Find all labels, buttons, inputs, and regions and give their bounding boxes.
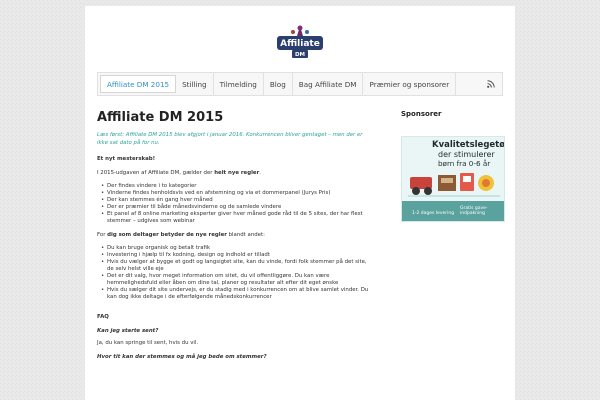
ad-headline: Kvalitetslegetøj <box>432 140 505 150</box>
list-item: Det er dit valg, hvor meget information … <box>101 273 375 287</box>
ad-badge-delivery: 1-2 dages levering <box>412 211 455 216</box>
list-item: Du kan bruge organisk og betalt trafik <box>101 245 375 252</box>
faq-question-2: Hvor tit kan der stemmes og må jeg bede … <box>97 354 267 360</box>
main-nav: Affiliate DM 2015 Stilling Tilmelding Bl… <box>97 72 503 96</box>
affiliate-dm-logo[interactable]: Affiliate DM <box>275 24 325 60</box>
ad-line-2: der stimulerer <box>438 150 495 159</box>
nav-item-stilling[interactable]: Stilling <box>176 73 214 95</box>
section-subtitle: Et nyt mesterskab! <box>97 156 156 162</box>
page-title: Affiliate DM 2015 <box>97 110 224 125</box>
lead-notice: Læs først: Affiliate DM 2015 blev afgjor… <box>97 132 363 146</box>
rules-list: Der findes vindere i to kategorier Vinde… <box>101 183 375 225</box>
toy-images <box>408 173 500 197</box>
nav-item-bag-affiliate-dm[interactable]: Bag Affiliate DM <box>293 73 364 95</box>
rules-post: blandt andet: <box>228 232 265 238</box>
rss-link[interactable] <box>480 73 502 95</box>
participant-paragraph: For dig som deltager betyder de nye regl… <box>97 231 375 239</box>
faq-question-1: Kan jeg starte sent? <box>97 328 159 334</box>
rules-bold: dig som deltager betyder de nye regler <box>107 232 227 238</box>
page-container: Affiliate DM Affiliate DM 2015 Stilling … <box>85 6 515 400</box>
sidebar: Sponsorer Kvalitetslegetøj der stimulere… <box>401 110 505 222</box>
sponsor-ad[interactable]: Kvalitetslegetøj der stimulerer børn fra… <box>401 136 505 222</box>
rss-icon <box>487 80 495 88</box>
nav-item-praemier-og-sponsorer[interactable]: Præmier og sponsorer <box>363 73 457 95</box>
main-content: Affiliate DM 2015 Læs først: Affiliate D… <box>97 110 375 365</box>
intro-paragraph: I 2015-udgaven af Affiliate DM, gælder d… <box>97 169 375 177</box>
nav-item-blog[interactable]: Blog <box>264 73 293 95</box>
site-header: Affiliate DM <box>85 6 515 68</box>
list-item: Hvis du vælger at bygge et godt og langs… <box>101 259 375 273</box>
list-item: Der er præmier til både månedsvinderne o… <box>101 204 375 211</box>
ad-badge-giftwrap: Gratis gave-indpakning <box>460 206 488 216</box>
list-item: Et panel af 8 online marketing eksperter… <box>101 211 375 225</box>
logo-text: Affiliate <box>280 39 320 49</box>
list-item: Hvis du sælger dit site undervejs, er du… <box>101 287 375 301</box>
faq-answer-1: Ja, du kan springe til sent, hvis du vil… <box>97 340 199 346</box>
ad-footer-bar: 1-2 dages levering Gratis gave-indpaknin… <box>402 201 504 221</box>
intro-pre: I 2015-udgaven af Affiliate DM, gælder d… <box>97 170 213 176</box>
nav-item-affiliate-dm-2015[interactable]: Affiliate DM 2015 <box>100 75 177 93</box>
intro-bold: helt nye regler <box>214 170 260 176</box>
sidebar-title: Sponsorer <box>401 110 442 118</box>
faq-heading: FAQ <box>97 314 109 320</box>
list-item: Der kan stemmes én gang hver måned <box>101 197 375 204</box>
nav-item-tilmelding[interactable]: Tilmelding <box>214 73 264 95</box>
rules-pre: For <box>97 232 106 238</box>
list-item: Der findes vindere i to kategorier <box>101 183 375 190</box>
list-item: Investering i hjælp til fx kodning, desi… <box>101 252 375 259</box>
logo-sub: DM <box>295 52 305 58</box>
participant-list: Du kan bruge organisk og betalt trafik I… <box>101 245 375 301</box>
list-item: Vinderne findes henholdsvis ved en afste… <box>101 190 375 197</box>
intro-post: . <box>259 170 261 176</box>
